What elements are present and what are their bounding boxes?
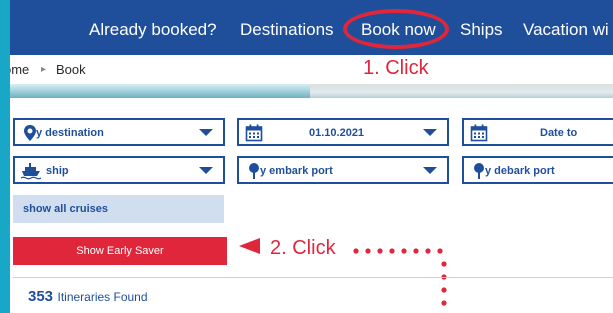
results-label: Itineraries Found <box>57 290 148 304</box>
results-summary: 353 Itineraries Found <box>28 288 148 306</box>
results-count: 353 <box>28 288 54 305</box>
results-divider <box>13 277 613 278</box>
annotation-dotted-path <box>353 248 447 306</box>
booking-page: Already booked? Destinations Book now Sh… <box>10 0 613 313</box>
